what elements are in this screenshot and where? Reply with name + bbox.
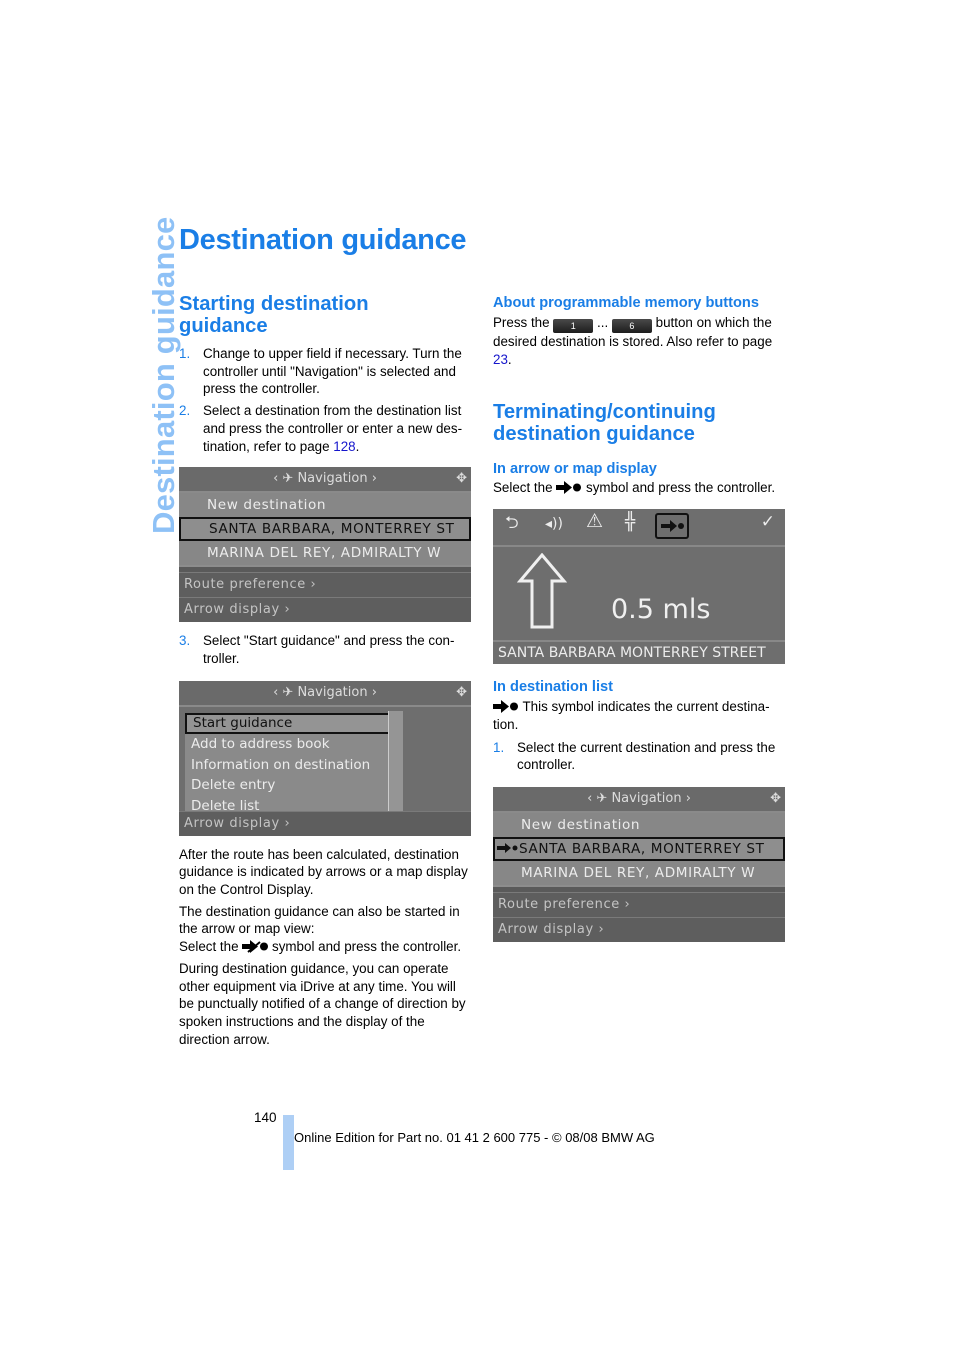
warning-icon[interactable]: ⚠ bbox=[586, 512, 603, 531]
chevron-left-icon: ‹ bbox=[273, 684, 279, 700]
right-column: About programmable memory buttons Press … bbox=[493, 290, 785, 942]
controller-icon: ✥ bbox=[770, 790, 781, 806]
page-number: 140 bbox=[254, 1110, 277, 1125]
section-heading-starting: Starting destination guidance bbox=[179, 293, 369, 337]
page-title: Destination guidance bbox=[179, 224, 467, 256]
list-row[interactable]: MARINA DEL REY, ADMIRALTY W bbox=[493, 861, 785, 885]
footer-text: Online Edition for Part no. 01 41 2 600 … bbox=[294, 1130, 655, 1145]
controller-icon: ✥ bbox=[456, 684, 467, 700]
destination-icon bbox=[497, 842, 518, 853]
list-row[interactable]: New destination bbox=[493, 813, 785, 837]
left-column: Starting destination guidance 1. Change … bbox=[179, 290, 471, 1048]
list-item: 1. Select the current destination and pr… bbox=[493, 739, 785, 774]
destination-icon bbox=[556, 481, 582, 495]
list-text: Select "Start guidance" and press the co… bbox=[203, 633, 455, 666]
list-row[interactable]: New destination bbox=[179, 493, 471, 517]
menu-item-selected[interactable]: Start guidance bbox=[185, 712, 401, 734]
memory-button-1[interactable]: 1 bbox=[553, 319, 594, 333]
distance-readout: 0.5 mls bbox=[611, 594, 711, 626]
list-number: 1. bbox=[179, 346, 191, 361]
list-text: Select a destination from the destinatio… bbox=[203, 402, 471, 455]
nav-screen-destination-list: ‹ ✈ Navigation › ✥ New destination SANTA… bbox=[179, 467, 471, 623]
chevron-right-icon: › bbox=[685, 790, 691, 806]
nav-screen-destination-menu: ‹ ✈ Navigation › ✥ Start guidance Add to… bbox=[179, 680, 471, 836]
satellite-icon: ✈ bbox=[282, 471, 294, 487]
nav-screen-current-destination: ‹ ✈ Navigation › ✥ New destination SANTA… bbox=[493, 786, 785, 942]
list-text: Change to upper field if necessary. Turn… bbox=[203, 346, 462, 397]
destination-icon bbox=[493, 700, 518, 714]
page-link[interactable]: 23 bbox=[493, 352, 508, 367]
chevron-left-icon: ‹ bbox=[273, 471, 279, 487]
icon-toolbar: ⮌ ◂)) ⚠ ╬ ✓ bbox=[493, 509, 785, 548]
controller-icon: ✥ bbox=[456, 471, 467, 487]
paragraph: This symbol indicates the current destin… bbox=[493, 699, 770, 732]
chevron-right-icon: › bbox=[371, 471, 377, 487]
street-name: SANTA BARBARA MONTERREY STREET bbox=[493, 640, 785, 664]
menu-item[interactable]: Add to address book bbox=[185, 734, 401, 755]
divider bbox=[493, 884, 785, 892]
menu-route-preference[interactable]: Route preference › bbox=[179, 572, 471, 598]
divider bbox=[179, 565, 471, 573]
paragraph: Press the 1 ... 6 button on which the de… bbox=[493, 315, 773, 367]
voice-icon[interactable]: ◂)) bbox=[545, 516, 563, 534]
check-icon[interactable]: ✓ bbox=[761, 513, 775, 532]
list-row[interactable]: MARINA DEL REY, ADMIRALTY W bbox=[179, 541, 471, 565]
menu-arrow-display[interactable]: Arrow display › bbox=[179, 810, 471, 836]
highway-icon[interactable]: ╬ bbox=[625, 513, 635, 532]
menu-arrow-display[interactable]: Arrow display › bbox=[493, 916, 785, 942]
direction-arrow-icon bbox=[517, 553, 567, 629]
screen-header-title: Navigation bbox=[611, 790, 682, 806]
subheading-arrow-map: In arrow or map display bbox=[493, 461, 657, 478]
menu-route-preference[interactable]: Route preference › bbox=[493, 891, 785, 917]
scrollbar[interactable] bbox=[388, 710, 403, 819]
screen-header-title: Navigation bbox=[297, 684, 368, 700]
satellite-icon: ✈ bbox=[596, 790, 608, 806]
subheading-memory-buttons: About programmable memory buttons bbox=[493, 295, 759, 311]
list-number: 3. bbox=[179, 633, 191, 649]
screen-header: ‹ ✈ Navigation › ✥ bbox=[179, 467, 471, 494]
paragraph: During destination guidance, you can ope… bbox=[179, 960, 466, 1047]
subheading-destination-list: In destination list bbox=[493, 679, 613, 696]
list-number: 2. bbox=[179, 403, 191, 419]
text: . bbox=[355, 438, 360, 454]
paragraph: The destination guidance can also be sta… bbox=[179, 903, 460, 937]
list-number: 1. bbox=[493, 739, 505, 755]
list-row-selected[interactable]: SANTA BARBARA, MONTERREY ST bbox=[179, 517, 471, 542]
arrow-display-screen: ⮌ ◂)) ⚠ ╬ ✓ 0.5 mls SANTA BARBARA MONTER… bbox=[493, 509, 785, 665]
paragraph: Select the symbol and press the controll… bbox=[179, 939, 462, 955]
list-item: 2. Select a destination from the destina… bbox=[179, 402, 471, 455]
menu-item[interactable]: Delete entry bbox=[185, 775, 401, 796]
list-item: 1. Change to upper field if necessary. T… bbox=[179, 345, 471, 398]
satellite-icon: ✈ bbox=[282, 684, 294, 700]
list-item: 3. Select "Start guidance" and press the… bbox=[179, 632, 471, 667]
page-link[interactable]: 128 bbox=[333, 439, 355, 454]
chevron-right-icon: › bbox=[371, 684, 377, 700]
screen-header: ‹ ✈ Navigation › ✥ bbox=[493, 786, 785, 813]
menu-arrow-display[interactable]: Arrow display › bbox=[179, 597, 471, 623]
menu-item[interactable]: Information on destination bbox=[185, 755, 401, 775]
side-tab-label: Destination guidance bbox=[146, 216, 181, 534]
paragraph: Select the symbol and press the controll… bbox=[493, 480, 776, 496]
footer-bar bbox=[283, 1115, 294, 1170]
memory-button-6[interactable]: 6 bbox=[611, 319, 652, 333]
screen-header: ‹ ✈ Navigation › ✥ bbox=[179, 680, 471, 707]
screen-header-title: Navigation bbox=[297, 471, 368, 487]
paragraph: After the route has been calculated, des… bbox=[179, 846, 468, 898]
popup-menu: Start guidance Add to address book Infor… bbox=[185, 710, 403, 821]
list-row-selected[interactable]: SANTA BARBARA, MONTERREY ST bbox=[493, 836, 785, 861]
back-icon[interactable]: ⮌ bbox=[505, 514, 519, 533]
section-heading-terminating: Terminating/continuing destination guida… bbox=[493, 401, 716, 446]
side-tab: Destination guidance bbox=[108, 217, 181, 536]
list-text: Select the current destination and press… bbox=[517, 739, 776, 773]
chevron-left-icon: ‹ bbox=[587, 790, 593, 806]
destination-icon[interactable] bbox=[655, 513, 689, 540]
destination-icon bbox=[242, 940, 269, 954]
